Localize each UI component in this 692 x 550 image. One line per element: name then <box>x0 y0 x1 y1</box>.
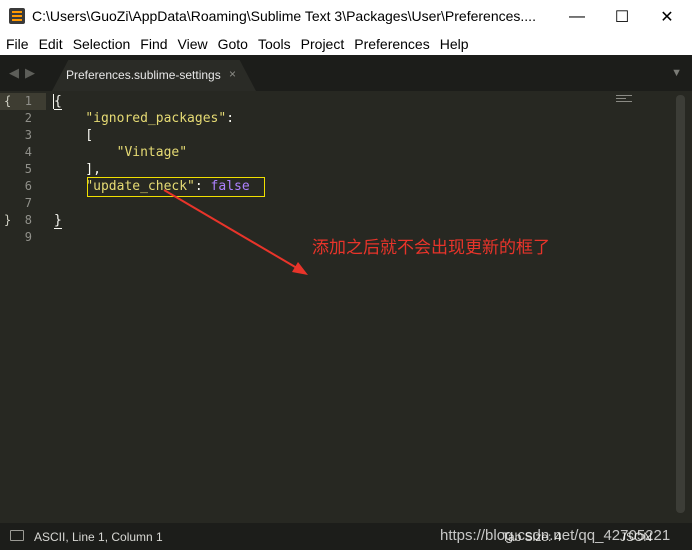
tab-label[interactable]: Preferences.sublime-settings <box>66 68 221 82</box>
tab-back-icon[interactable]: ◀ <box>9 65 19 81</box>
menu-help[interactable]: Help <box>435 33 474 55</box>
menu-edit[interactable]: Edit <box>34 33 68 55</box>
menu-preferences[interactable]: Preferences <box>349 33 434 55</box>
menu-project[interactable]: Project <box>296 33 350 55</box>
menu-file[interactable]: File <box>0 33 34 55</box>
panel-toggle-icon[interactable] <box>10 530 24 541</box>
minimize-icon: — <box>569 7 585 25</box>
minimize-button[interactable]: — <box>554 0 600 33</box>
tab-forward-icon[interactable]: ▶ <box>25 65 35 81</box>
menu-goto[interactable]: Goto <box>213 33 253 55</box>
status-bar: ASCII, Line 1, Column 1 Tab Size: 4 JSON… <box>0 523 692 550</box>
sublime-text-icon <box>9 8 25 24</box>
tab-close-icon[interactable]: × <box>229 67 236 81</box>
watermark: https://blog.csdn.net/qq_42705221 <box>440 527 671 544</box>
menu-view[interactable]: View <box>173 33 213 55</box>
editor[interactable]: { 1 { 2 "ignored_packages": 3 [ 4 "Vinta… <box>0 91 692 523</box>
tab-list-dropdown-icon[interactable]: ▼ <box>671 67 682 79</box>
menu-tools[interactable]: Tools <box>253 33 296 55</box>
close-window-button[interactable]: ✕ <box>644 0 690 33</box>
close-icon: ✕ <box>660 8 674 26</box>
maximize-button[interactable]: ☐ <box>599 0 645 33</box>
menu-bar: File Edit Selection Find View Goto Tools… <box>0 33 692 55</box>
window-title: C:\Users\GuoZi\AppData\Roaming\Sublime T… <box>32 8 536 24</box>
tab-bar: ◀ ▶ Preferences.sublime-settings × ▼ <box>0 55 692 91</box>
annotation-arrow <box>163 189 308 275</box>
menu-selection[interactable]: Selection <box>68 33 136 55</box>
menu-find[interactable]: Find <box>135 33 172 55</box>
maximize-icon: ☐ <box>614 8 630 26</box>
annotation-text: 添加之后就不会出现更新的框了 <box>312 238 550 258</box>
status-position: ASCII, Line 1, Column 1 <box>34 530 163 544</box>
title-bar: C:\Users\GuoZi\AppData\Roaming\Sublime T… <box>0 0 692 33</box>
